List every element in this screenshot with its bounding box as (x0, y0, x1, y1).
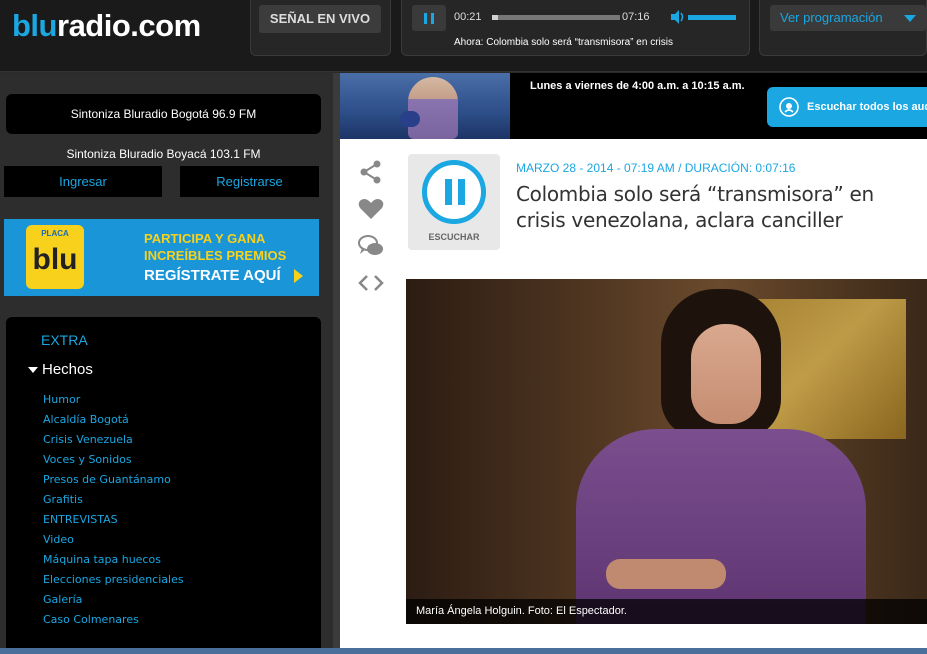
promo-line-1: PARTICIPA Y GANA (144, 231, 266, 246)
volume-icon[interactable] (670, 9, 686, 25)
register-button[interactable]: Registrarse (180, 166, 319, 197)
nav-item[interactable]: Alcaldía Bogotá (43, 410, 184, 430)
logo-suffix: radio.com (57, 8, 201, 43)
photo-caption-bar: María Ángela Holguin. Foto: El Espectado… (406, 599, 927, 624)
placa-logo-text: blu (32, 243, 78, 276)
category-nav: EXTRA Hechos Humor Alcaldía Bogotá Crisi… (6, 317, 321, 654)
live-signal-button[interactable]: SEÑAL EN VIVO (259, 5, 381, 33)
live-panel: SEÑAL EN VIVO (250, 0, 391, 56)
placa-blu-logo: PLACA blu (26, 225, 84, 289)
listen-button[interactable]: ESCUCHAR (408, 154, 500, 250)
nav-item[interactable]: Máquina tapa huecos (43, 550, 184, 570)
logo-prefix: blu (12, 8, 58, 43)
chevron-down-icon (904, 15, 916, 22)
sidebar: Sintoniza Bluradio Bogotá 96.9 FM Sinton… (0, 73, 333, 654)
programming-panel: Ver programación (759, 0, 927, 56)
station-secondary[interactable]: Sintoniza Bluradio Boyacá 103.1 FM (6, 147, 321, 161)
volume-slider[interactable] (688, 15, 736, 20)
site-header: bluradio.com SEÑAL EN VIVO 00:21 07:16 A… (0, 0, 927, 72)
login-button[interactable]: Ingresar (4, 166, 162, 197)
photo-caption: María Ángela Holguin. Foto: El Espectado… (416, 605, 627, 617)
audio-player: 00:21 07:16 Ahora: Colombia solo será “t… (401, 0, 750, 56)
share-icon[interactable] (356, 158, 386, 186)
embed-code-icon[interactable] (356, 269, 386, 297)
podcast-icon (779, 97, 799, 117)
player-pause-button[interactable] (412, 5, 446, 31)
listen-all-label: Escuchar todos los aud (807, 101, 927, 113)
nav-item[interactable]: ENTREVISTAS (43, 510, 184, 530)
promo-line-3: REGÍSTRATE AQUÍ (144, 267, 281, 284)
nav-item[interactable]: Galería (43, 590, 184, 610)
sidebar-scroll-strip (333, 73, 340, 654)
programming-select[interactable]: Ver programación (770, 5, 926, 31)
nav-item[interactable]: Elecciones presidenciales (43, 570, 184, 590)
player-progress-fill (492, 15, 499, 20)
program-hero: Lunes a viernes de 4:00 a.m. a 10:15 a.m… (340, 73, 927, 139)
placa-label: PLACA (41, 229, 69, 238)
nav-list: Humor Alcaldía Bogotá Crisis Venezuela V… (43, 390, 184, 630)
pause-icon (422, 160, 486, 224)
nav-section-label: Hechos (42, 361, 93, 378)
listen-all-button[interactable]: Escuchar todos los aud (767, 87, 927, 127)
main-content: Lunes a viernes de 4:00 a.m. a 10:15 a.m… (340, 73, 927, 654)
nav-item[interactable]: Voces y Sonidos (43, 450, 184, 470)
promo-line-2: INCREÍBLES PREMIOS (144, 248, 287, 263)
nav-item[interactable]: Grafitis (43, 490, 184, 510)
arrow-right-icon (294, 269, 303, 283)
article-headline: Colombia solo será “transmisora” en cris… (516, 182, 874, 232)
nav-item[interactable]: Video (43, 530, 184, 550)
station-primary[interactable]: Sintoniza Bluradio Bogotá 96.9 FM (6, 94, 321, 134)
player-progress-bar[interactable] (492, 15, 620, 20)
now-playing-text: Ahora: Colombia solo será “transmisora” … (454, 37, 673, 48)
caret-down-icon (28, 367, 38, 374)
player-total-time: 07:16 (622, 11, 650, 23)
programming-select-label: Ver programación (780, 10, 883, 25)
listen-label: ESCUCHAR (428, 232, 480, 242)
nav-item[interactable]: Crisis Venezuela (43, 430, 184, 450)
player-current-time: 00:21 (454, 11, 482, 23)
article-photo (406, 279, 927, 624)
comment-icon[interactable] (356, 232, 386, 260)
nav-item[interactable]: Presos de Guantánamo (43, 470, 184, 490)
heart-icon[interactable] (356, 195, 386, 223)
nav-item[interactable]: Caso Colmenares (43, 610, 184, 630)
site-logo[interactable]: bluradio.com (12, 8, 201, 44)
taskbar-strip (0, 648, 927, 654)
promo-banner[interactable]: PLACA blu PARTICIPA Y GANA INCREÍBLES PR… (4, 219, 319, 296)
article-meta: MARZO 28 - 2014 - 07:19 AM / DURACIÓN: 0… (516, 161, 796, 175)
nav-extra[interactable]: EXTRA (41, 332, 88, 348)
program-schedule: Lunes a viernes de 4:00 a.m. a 10:15 a.m… (530, 80, 745, 92)
nav-section-hechos[interactable]: Hechos (28, 361, 93, 378)
nav-item[interactable]: Humor (43, 390, 184, 410)
program-host-photo (340, 73, 510, 139)
